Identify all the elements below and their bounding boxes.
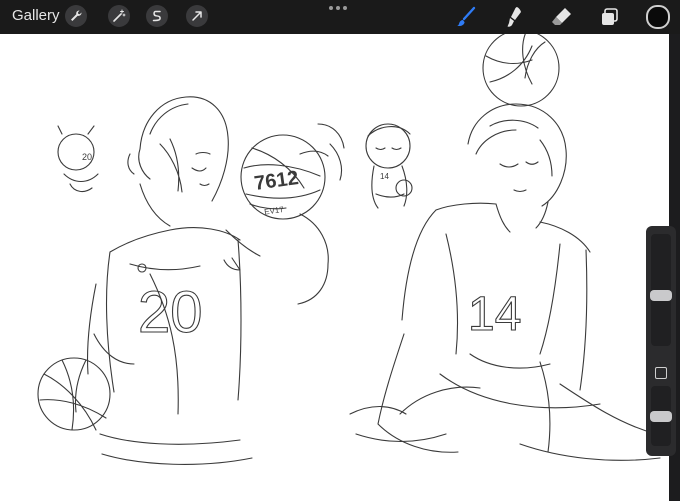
smudge-icon: [507, 7, 521, 27]
layers-tool[interactable]: [597, 4, 623, 30]
right-figure-sketch: [349, 103, 661, 461]
volleyball-top-sketch: [482, 34, 560, 107]
brush-opacity-slider[interactable]: [650, 386, 672, 446]
sketch-artwork: 7612 EV17 20 14 20 14: [37, 34, 661, 465]
dot: [336, 6, 340, 10]
dot: [329, 6, 333, 10]
selection-s-icon: [152, 10, 161, 22]
brush-size-slider[interactable]: [650, 234, 672, 346]
brush-size-thumb[interactable]: [650, 289, 672, 301]
layers-icon: [602, 8, 618, 25]
wrench-icon: [71, 10, 82, 21]
arrow-cursor-icon: [192, 11, 202, 21]
more-options-dots[interactable]: [329, 3, 347, 13]
chibi-left-number: 20: [82, 152, 92, 162]
ball-number-text: 7612: [253, 167, 300, 195]
brush-icon: [457, 6, 476, 27]
dot: [343, 6, 347, 10]
selection-button[interactable]: [146, 5, 168, 27]
chibi-right-sketch: [365, 123, 413, 209]
jersey-left-number: 20: [138, 280, 203, 345]
color-picker-swatch[interactable]: [646, 5, 670, 29]
top-toolbar: Gallery: [0, 0, 680, 34]
smudge-tool[interactable]: [502, 4, 528, 30]
gallery-button[interactable]: Gallery: [12, 7, 60, 24]
adjustments-button[interactable]: [108, 5, 130, 27]
lower-left-ball-sketch: [37, 357, 111, 431]
brush-opacity-thumb[interactable]: [650, 410, 672, 422]
ball-sub-text: EV17: [264, 205, 285, 217]
transform-button[interactable]: [186, 5, 208, 27]
brush-sidebar: [646, 226, 676, 456]
eraser-icon: [552, 8, 571, 25]
brush-tool[interactable]: [453, 4, 479, 30]
magic-wand-icon: [113, 9, 126, 22]
modify-button[interactable]: [655, 367, 667, 379]
jersey-right-number: 14: [468, 288, 521, 341]
eraser-tool[interactable]: [549, 4, 575, 30]
chibi-right-number: 14: [380, 172, 389, 181]
actions-button[interactable]: [65, 5, 87, 27]
left-figure-sketch: [86, 96, 345, 465]
drawing-canvas[interactable]: 7612 EV17 20 14 20 14: [0, 34, 669, 501]
